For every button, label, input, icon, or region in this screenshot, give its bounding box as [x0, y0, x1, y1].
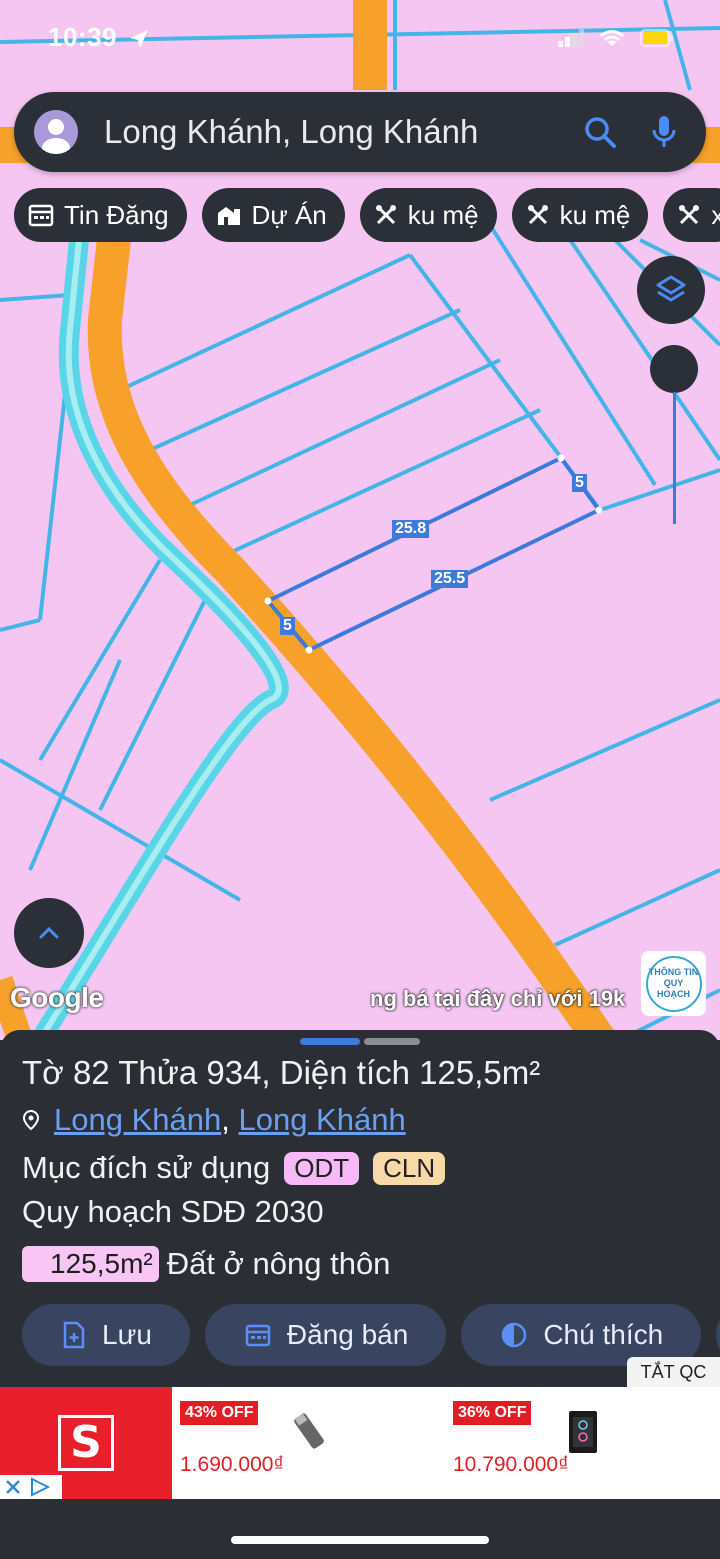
calendar-icon	[28, 204, 54, 227]
sheet-handle[interactable]	[300, 1038, 420, 1045]
home-indicator[interactable]	[231, 1536, 489, 1544]
close-icon[interactable]	[4, 1478, 22, 1496]
chip-label: x	[711, 199, 720, 230]
search-bar[interactable]: Long Khánh, Long Khánh	[14, 92, 706, 172]
chip-label: ku mệ	[559, 199, 631, 230]
avatar[interactable]	[34, 110, 78, 154]
opacity-slider-handle[interactable]	[650, 345, 698, 393]
tools-icon	[527, 205, 548, 225]
signal-icon	[558, 29, 584, 52]
post-sale-button[interactable]: Đăng bán	[204, 1304, 447, 1366]
chip-label: Dự Án	[251, 199, 327, 230]
ad-product-1[interactable]: 43% OFF 1.690.000₫	[180, 1401, 324, 1477]
tools-icon	[375, 205, 396, 225]
ad-banner[interactable]: S 43% OFF 1.690.000₫ 36% OFF 10.790.000₫	[0, 1387, 720, 1499]
app-screen: 5 25.8 25.5 5 10:39 Long Khánh, Long Khá…	[0, 0, 720, 1559]
discount-badge: 36% OFF	[453, 1401, 532, 1425]
chip-du-an[interactable]: Dự Án	[201, 188, 345, 242]
location-arrow-icon	[128, 28, 150, 55]
usage-tag-cln: CLN	[373, 1151, 446, 1185]
layers-icon	[656, 275, 686, 302]
legend-icon	[502, 1322, 527, 1348]
ad-product-2[interactable]: 36% OFF 10.790.000₫	[453, 1401, 597, 1477]
opacity-slider-track[interactable]	[673, 392, 676, 524]
user-icon	[42, 119, 70, 154]
chip-label: ku mệ	[407, 199, 479, 230]
location-pin-icon	[22, 1109, 40, 1131]
dimension-label: 5	[280, 617, 295, 635]
chip-label: Tin Đăng	[64, 199, 169, 230]
planning-info-logo[interactable]: THÔNG TIN QUY HOẠCH	[641, 951, 706, 1016]
close-ad-button[interactable]: TẮT QC	[627, 1357, 720, 1387]
chip-tin-dang[interactable]: Tin Đăng	[14, 188, 187, 242]
map-ad-marquee[interactable]: ng bá tại đây chỉ với 19k	[370, 986, 640, 1012]
tools-icon	[679, 205, 700, 225]
pc-case-image	[569, 1411, 597, 1453]
usage-tag-odt: ODT	[284, 1151, 360, 1185]
dimension-label: 25.8	[392, 520, 430, 538]
land-use-area: 125,5m²	[22, 1246, 159, 1282]
ad-choices[interactable]	[0, 1475, 62, 1499]
usb-drive-image	[294, 1413, 324, 1449]
filter-chips: Tin Đăng Dự Án ku mệ ku mệ x	[14, 188, 720, 242]
calendar-icon	[245, 1324, 271, 1347]
layers-button[interactable]	[637, 256, 705, 324]
save-button[interactable]: Lưu	[22, 1304, 190, 1366]
parcel-location: Long Khánh, Long Khánh	[22, 1102, 406, 1138]
product-price: 10.790.000₫	[453, 1453, 569, 1476]
google-logo: Google	[10, 982, 104, 1013]
building-icon	[217, 207, 240, 225]
chip-x[interactable]: x	[663, 188, 720, 242]
planning-label: Quy hoạch SDĐ 2030	[22, 1194, 324, 1229]
status-time: 10:39	[48, 22, 117, 52]
dimension-label: 25.5	[431, 570, 469, 588]
chip-ku-me-2[interactable]: ku mệ	[511, 188, 649, 242]
parcel-title: Tờ 82 Thửa 934, Diện tích 125,5m²	[22, 1054, 541, 1091]
selected-parcel[interactable]	[264, 454, 603, 654]
microphone-icon[interactable]	[644, 112, 684, 152]
land-use-type: Đất ở nông thôn	[166, 1246, 391, 1281]
search-icon[interactable]	[580, 112, 620, 152]
city-link[interactable]: Long Khánh	[238, 1102, 405, 1137]
ad-choices-icon[interactable]	[28, 1477, 50, 1497]
dimension-label: 5	[572, 474, 587, 492]
battery-icon	[640, 29, 674, 52]
chevron-up-icon	[39, 926, 59, 939]
action-buttons: Lưu Đăng bán Chú thích	[22, 1304, 720, 1366]
usage-purpose: Mục đích sử dụng ODT CLN	[22, 1150, 446, 1186]
expand-button[interactable]	[14, 898, 84, 968]
wifi-icon	[598, 28, 626, 53]
product-price: 1.690.000₫	[180, 1453, 285, 1476]
chip-ku-me-1[interactable]: ku mệ	[359, 188, 497, 242]
save-icon	[63, 1321, 85, 1349]
land-use-row: 125,5m² Đất ở nông thôn	[22, 1246, 390, 1282]
discount-badge: 43% OFF	[180, 1401, 259, 1425]
ward-link[interactable]: Long Khánh	[54, 1102, 221, 1137]
status-bar: 10:39	[0, 22, 720, 62]
search-input[interactable]: Long Khánh, Long Khánh	[104, 113, 580, 151]
